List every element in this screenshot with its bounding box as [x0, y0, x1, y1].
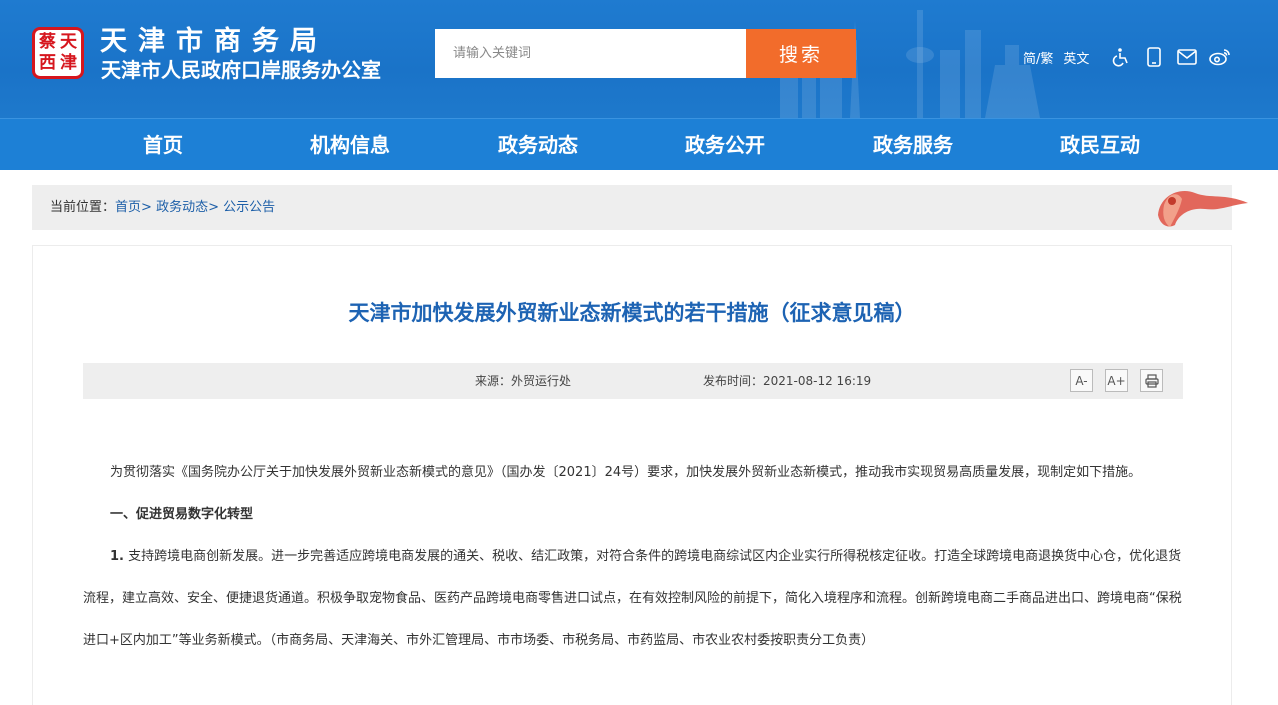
logo-char: 蔡 — [39, 32, 56, 52]
header-tools: 简/繁 英文 — [1023, 44, 1231, 70]
article-body: 为贯彻落实《国务院办公厅关于加快发展外贸新业态新模式的意见》（国办发〔2021〕… — [83, 452, 1183, 662]
nav-gov-news[interactable]: 政务动态 — [468, 119, 608, 171]
article-meta-bar: 来源：外贸运行处 发布时间：2021-08-12 16:19 A- A+ — [83, 363, 1183, 399]
font-smaller-label: A- — [1075, 373, 1088, 388]
search-input[interactable] — [435, 29, 746, 78]
section-heading: 一、促进贸易数字化转型 — [110, 507, 254, 522]
article-publish-time: 发布时间：2021-08-12 16:19 — [703, 374, 872, 388]
site-logo[interactable]: 蔡 天 西 津 — [32, 27, 84, 79]
site-header: 蔡 天 西 津 天津市商务局 天津市人民政府口岸服务办公室 搜索 简/繁 英文 — [0, 0, 1278, 118]
logo-char: 津 — [60, 53, 77, 73]
article-source: 来源：外贸运行处 — [475, 374, 572, 388]
article-paragraph: 1. 支持跨境电商创新发展。进一步完善适应跨境电商发展的通关、税收、结汇政策，对… — [83, 536, 1183, 662]
nav-gov-open[interactable]: 政务公开 — [655, 119, 795, 171]
weibo-icon[interactable] — [1209, 46, 1231, 68]
article-paragraph: 为贯彻落实《国务院办公厅关于加快发展外贸新业态新模式的意见》（国办发〔2021〕… — [110, 465, 1142, 480]
breadcrumb-item-gov-news[interactable]: 政务动态> — [156, 200, 219, 215]
print-button[interactable] — [1140, 369, 1163, 392]
mobile-icon[interactable] — [1143, 46, 1165, 68]
print-icon — [1144, 373, 1159, 388]
breadcrumb: 当前位置：首页> 政务动态> 公示公告 — [32, 185, 1248, 230]
nav-home[interactable]: 首页 — [93, 119, 233, 171]
breadcrumb-label: 当前位置： — [50, 200, 116, 215]
article-panel: 天津市加快发展外贸新业态新模式的若干措施（征求意见稿） 来源：外贸运行处 发布时… — [32, 245, 1232, 705]
item-text: 支持跨境电商创新发展。进一步完善适应跨境电商发展的通关、税收、结汇政策，对符合条… — [83, 549, 1182, 648]
breadcrumb-item-home[interactable]: 首页> — [115, 200, 152, 215]
breadcrumb-item-announcements[interactable]: 公示公告 — [223, 200, 275, 215]
logo-char: 天 — [60, 32, 77, 52]
main-nav: 首页 机构信息 政务动态 政务公开 政务服务 政民互动 — [0, 118, 1278, 170]
breadcrumb-trail: 当前位置：首页> 政务动态> 公示公告 — [50, 185, 275, 230]
ribbon-decoration — [1158, 191, 1248, 227]
font-larger-button[interactable]: A+ — [1105, 369, 1128, 392]
nav-interaction[interactable]: 政民互动 — [1030, 119, 1170, 171]
site-title: 天津市商务局 — [100, 26, 328, 57]
search-button[interactable]: 搜索 — [746, 29, 856, 78]
font-larger-label: A+ — [1107, 373, 1126, 388]
nav-gov-service[interactable]: 政务服务 — [843, 119, 983, 171]
item-number: 1. — [110, 549, 124, 564]
simplified-traditional-link[interactable]: 简/繁 — [1023, 48, 1053, 67]
logo-char: 西 — [39, 53, 56, 73]
nav-org-info[interactable]: 机构信息 — [280, 119, 420, 171]
site-subtitle: 天津市人民政府口岸服务办公室 — [101, 58, 381, 82]
mail-icon[interactable] — [1176, 46, 1198, 68]
font-smaller-button[interactable]: A- — [1070, 369, 1093, 392]
article-title: 天津市加快发展外贸新业态新模式的若干措施（征求意见稿） — [348, 301, 916, 325]
english-link[interactable]: 英文 — [1063, 48, 1089, 67]
accessibility-icon[interactable] — [1110, 46, 1132, 68]
